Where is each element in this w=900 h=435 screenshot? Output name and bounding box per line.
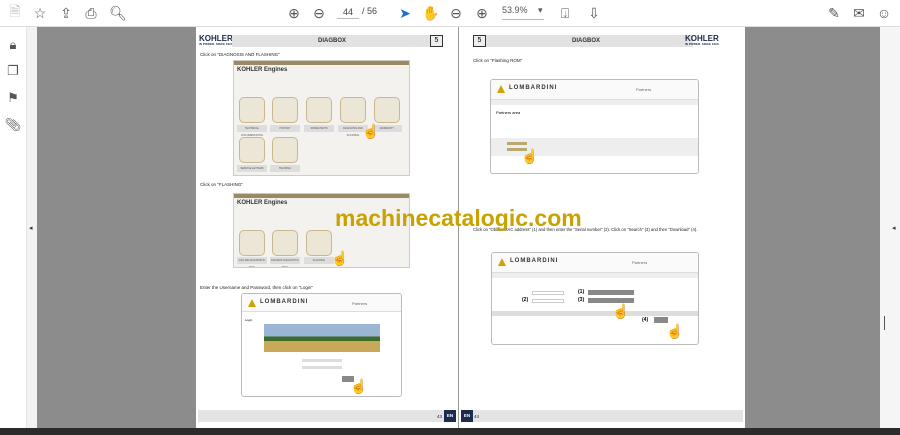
page-footer (198, 410, 456, 422)
print-icon[interactable]: ⎙ (82, 4, 100, 22)
left-collapse-pane[interactable]: ◂ (27, 27, 37, 428)
attachment-icon[interactable]: 📎︎ (5, 117, 22, 133)
screenshot-flashing-rom: LOMBARDINI Partners (2) (1) (3) (4) ☝ ☝ (491, 252, 699, 345)
kohler-logo: KOHLER IN POWER. SINCE 1920. (199, 34, 234, 47)
toolbar: 🗎 ☆ ⇪ ⎙ 🔍︎ ⊕ ⊖ / 56 ➤ ✋ ⊖ ⊕ 53.9% ▾ ⍗ ⇩ … (0, 0, 900, 27)
search-icon[interactable]: 🔍︎ (109, 4, 127, 22)
fit-page-icon[interactable]: ⍗ (556, 4, 574, 22)
page-number: 43 (437, 414, 443, 419)
instruction-1: Click on "Flashing ROM" (473, 58, 523, 63)
hand-cursor-icon: ☝ (612, 303, 630, 319)
section-number: 5 (473, 35, 486, 47)
scrollbar-thumb[interactable] (884, 316, 885, 330)
zoom-select[interactable]: 53.9% ▾ (502, 5, 544, 20)
hand-cursor-icon: ☝ (666, 323, 684, 339)
email-icon[interactable]: ✉ (850, 4, 868, 22)
sign-icon[interactable]: ✎ (825, 4, 843, 22)
hand-cursor-icon: ☝ (331, 250, 349, 266)
bookmark-icon[interactable]: ⚑ (5, 90, 21, 106)
expand-right-arrow-icon[interactable]: ◂ (892, 224, 896, 232)
kohler-logo: KOHLER IN POWER. SINCE 1920. (685, 34, 720, 47)
screenshot-kohler-menu: KOHLER Engines TECHNICAL DOCUMENTATION H… (233, 60, 410, 176)
upload-icon[interactable]: ⇪ (57, 4, 75, 22)
page-number-input[interactable] (337, 5, 359, 19)
instruction-2: Click on "FLASHING" (200, 182, 243, 187)
zoom-out-icon[interactable]: ⊖ (447, 4, 465, 22)
prev-page-icon[interactable]: ⊕ (285, 4, 303, 22)
account-icon[interactable]: ☺ (875, 4, 893, 22)
instruction-1: Click on "DIAGNOSIS AND FLASHING" (200, 52, 280, 57)
language-badge: EN (444, 410, 456, 422)
right-pane[interactable]: ◂ (880, 27, 900, 428)
instruction-3: Enter the Username and Password, then cl… (200, 285, 314, 290)
bookmark-star-icon[interactable]: ☆ (31, 4, 49, 22)
screenshot-lombardini-login: LOMBARDINI Partners Login ☝ (241, 293, 402, 397)
page-title: DIAGBOX (572, 38, 601, 44)
left-sidebar: 🔒︎ ❐ ⚑ 📎︎ (0, 27, 27, 428)
screenshot-partners-area: LOMBARDINI Partners Partners area ☝ (490, 79, 699, 174)
select-cursor-icon[interactable]: ➤ (396, 4, 414, 22)
page-number: 44 (474, 414, 480, 419)
page-footer (461, 410, 743, 422)
section-number: 5 (430, 35, 443, 47)
next-page-icon[interactable]: ⊖ (310, 4, 328, 22)
zoom-in-icon[interactable]: ⊕ (473, 4, 491, 22)
page-title: DIAGBOX (318, 38, 347, 44)
bottom-bar (0, 428, 900, 435)
kohler-app-title: KOHLER Engines (237, 67, 288, 73)
zoom-value: 53.9% (502, 5, 528, 15)
lock-icon[interactable]: 🔒︎ (5, 37, 21, 53)
watermark: machinecatalogic.com (335, 205, 582, 231)
save-icon[interactable]: 🗎 (6, 3, 24, 22)
hand-cursor-icon: ☝ (350, 378, 368, 394)
hand-cursor-icon: ☝ (362, 123, 380, 139)
hand-cursor-icon: ☝ (521, 148, 539, 164)
scroll-mode-icon[interactable]: ⇩ (585, 4, 603, 22)
language-badge: EN (461, 410, 473, 422)
hand-icon[interactable]: ✋ (422, 4, 440, 22)
total-pages: / 56 (362, 6, 378, 16)
pages-icon[interactable]: ❐ (5, 63, 21, 79)
expand-left-arrow-icon[interactable]: ◂ (29, 224, 33, 232)
